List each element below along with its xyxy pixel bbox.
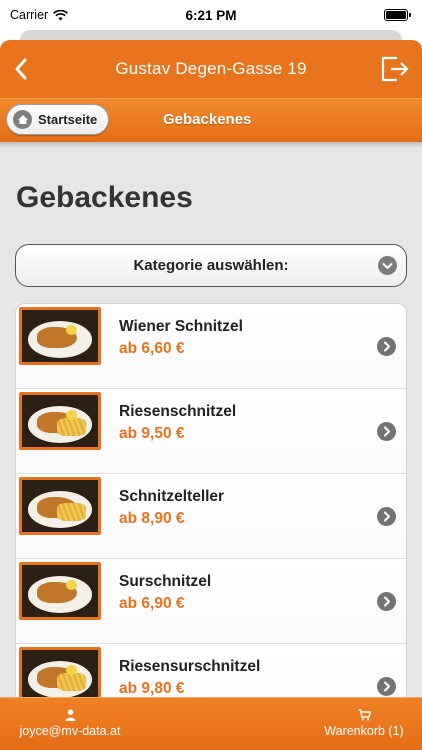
- product-thumbnail: [19, 307, 101, 365]
- list-item[interactable]: Surschnitzel ab 6,90 €: [16, 559, 406, 644]
- product-name: Riesensurschnitzel: [119, 658, 261, 675]
- status-bar: Carrier 6:21 PM: [0, 0, 422, 30]
- chevron-down-icon: [378, 256, 397, 275]
- product-name: Wiener Schnitzel: [119, 318, 243, 335]
- category-select[interactable]: Kategorie auswählen:: [15, 244, 407, 287]
- product-list: Wiener Schnitzel ab 6,60 € Riesenschnitz…: [15, 303, 407, 723]
- chevron-right-icon: [377, 337, 396, 356]
- list-item[interactable]: Riesenschnitzel ab 9,50 €: [16, 389, 406, 474]
- home-label: Startseite: [38, 112, 98, 127]
- cart-button[interactable]: Warenkorb (1): [318, 709, 410, 738]
- category-label: Kategorie auswählen:: [133, 257, 289, 274]
- product-thumbnail: [19, 477, 101, 535]
- product-thumbnail: [19, 392, 101, 450]
- chevron-right-icon: [377, 422, 396, 441]
- list-item[interactable]: Wiener Schnitzel ab 6,60 €: [16, 304, 406, 389]
- wifi-icon: [53, 9, 69, 20]
- product-name: Riesenschnitzel: [119, 403, 237, 420]
- breadcrumb: Startseite Gebackenes: [0, 98, 422, 142]
- chevron-right-icon: [377, 592, 396, 611]
- account-email: joyce@mv-data.at: [19, 724, 121, 738]
- chevron-right-icon: [377, 677, 396, 696]
- cart-icon: [358, 709, 371, 721]
- product-price: ab 6,90 €: [119, 595, 185, 612]
- home-button[interactable]: Startseite: [6, 104, 109, 135]
- battery-icon: [384, 9, 411, 21]
- product-name: Surschnitzel: [119, 573, 212, 590]
- footer-bar: joyce@mv-data.at Warenkorb (1): [0, 697, 422, 750]
- product-price: ab 6,60 €: [119, 340, 185, 357]
- app-screen: Carrier 6:21 PM Gustav Degen-Gasse 19 St…: [0, 0, 422, 750]
- header-title: Gustav Degen-Gasse 19: [115, 59, 307, 78]
- logout-icon[interactable]: [380, 54, 410, 84]
- cart-label: Warenkorb (1): [324, 724, 404, 738]
- back-chevron-icon[interactable]: [8, 54, 34, 84]
- breadcrumb-current: Gebackenes: [163, 111, 252, 128]
- product-name: Schnitzelteller: [119, 488, 225, 505]
- list-item[interactable]: Schnitzelteller ab 8,90 €: [16, 474, 406, 559]
- carrier-label: Carrier: [10, 8, 49, 22]
- breadcrumb-shadow: [0, 142, 422, 148]
- product-price: ab 8,90 €: [119, 510, 185, 527]
- status-left: Carrier: [10, 8, 69, 22]
- product-thumbnail: [19, 562, 101, 620]
- account-button[interactable]: joyce@mv-data.at: [10, 709, 130, 738]
- product-price: ab 9,50 €: [119, 425, 185, 442]
- nav-header: Gustav Degen-Gasse 19: [0, 40, 422, 98]
- user-icon: [65, 709, 75, 721]
- home-icon: [13, 110, 32, 129]
- product-price: ab 9,80 €: [119, 680, 185, 697]
- page-title: Gebackenes: [16, 181, 193, 214]
- status-time: 6:21 PM: [185, 7, 237, 23]
- chevron-right-icon: [377, 507, 396, 526]
